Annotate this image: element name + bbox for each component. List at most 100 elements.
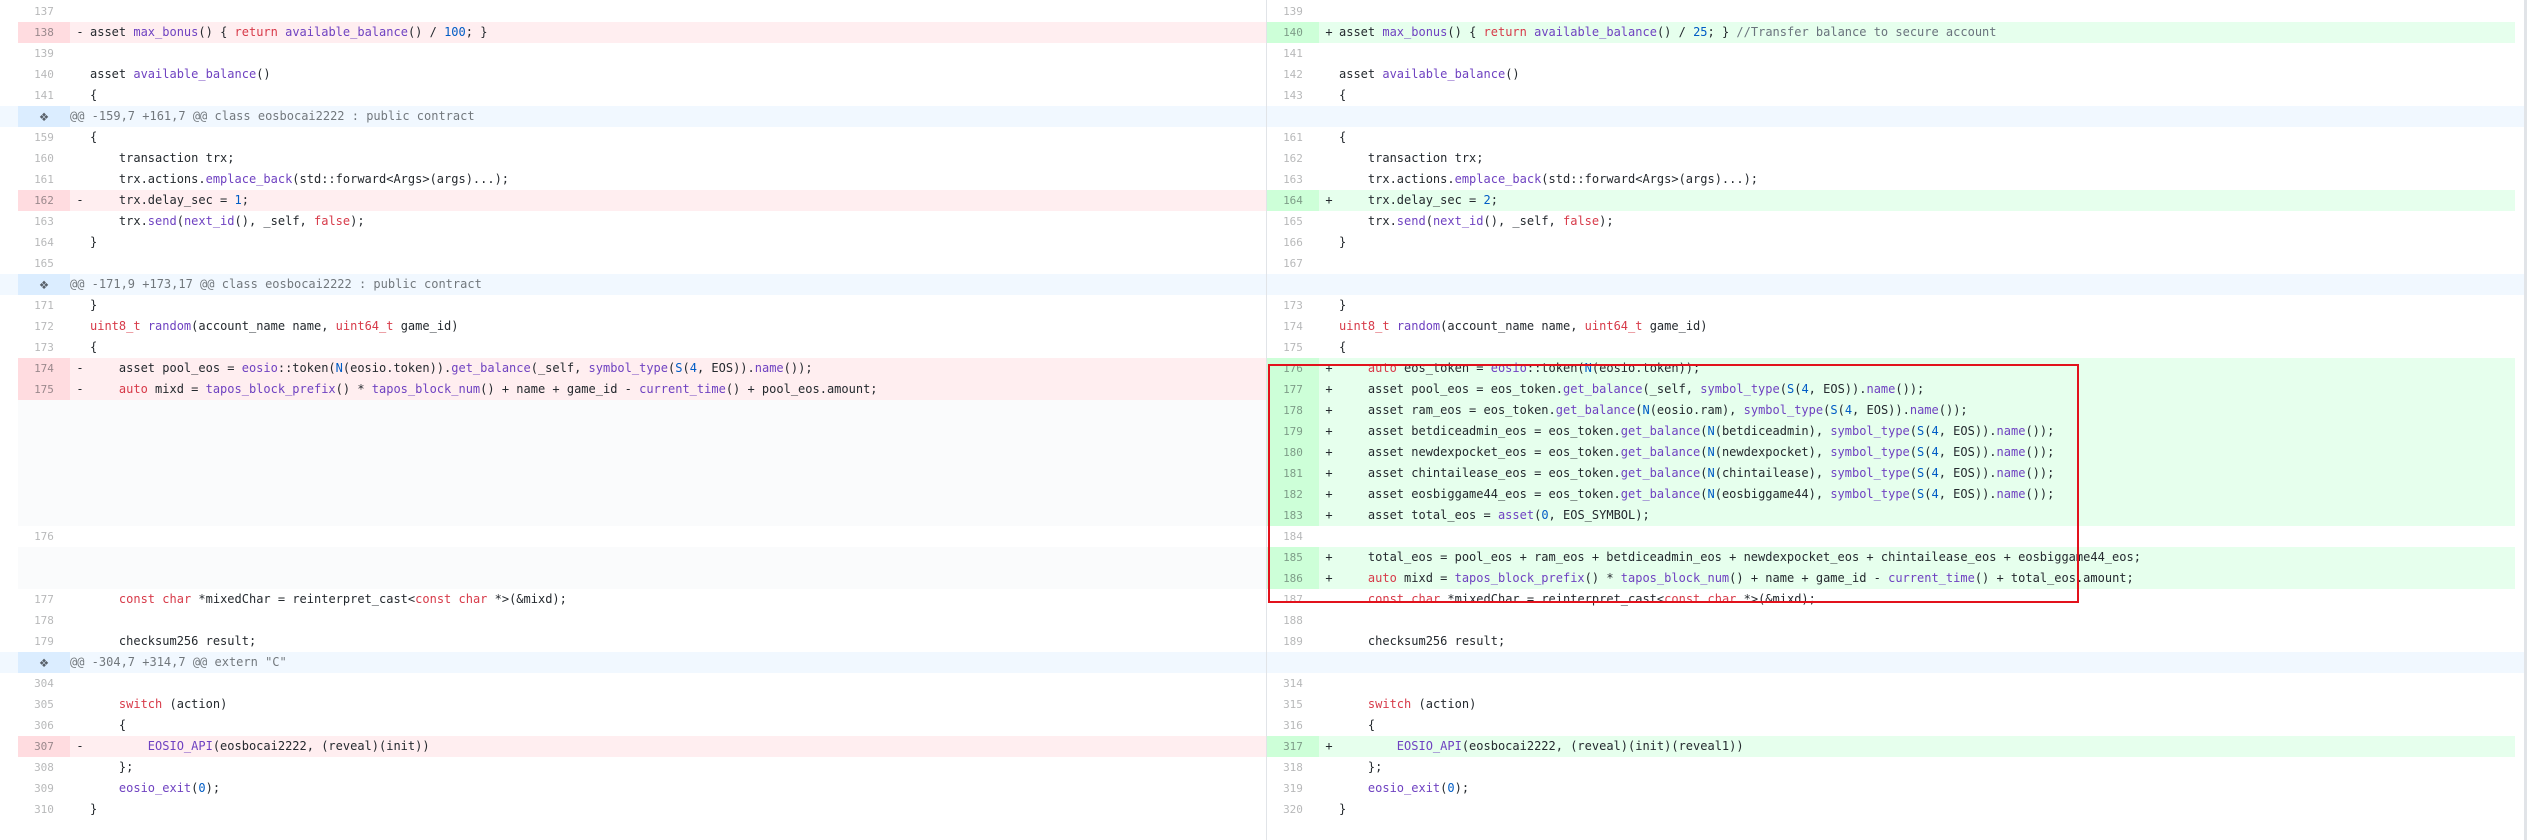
line-number[interactable]: 309 bbox=[18, 778, 70, 799]
diff-row: 162- trx.delay_sec = 1; 164 + trx.delay_se… bbox=[0, 190, 2527, 211]
line-number[interactable]: 186 bbox=[1267, 568, 1319, 589]
line-number[interactable]: 187 bbox=[1267, 589, 1319, 610]
line-number[interactable] bbox=[18, 568, 70, 589]
line-number[interactable]: 178 bbox=[18, 610, 70, 631]
line-number[interactable]: 180 bbox=[1267, 442, 1319, 463]
line-number[interactable]: 184 bbox=[1267, 526, 1319, 547]
line-number[interactable]: 138 bbox=[18, 22, 70, 43]
right-line: 164 + trx.delay_sec = 2; bbox=[1267, 190, 2515, 211]
line-number[interactable]: 163 bbox=[1267, 169, 1319, 190]
line-number[interactable]: 162 bbox=[1267, 148, 1319, 169]
diff-marker bbox=[1319, 589, 1339, 610]
line-number[interactable]: 178 bbox=[1267, 400, 1319, 421]
line-number[interactable]: 139 bbox=[18, 43, 70, 64]
code-text: } bbox=[90, 235, 98, 249]
line-number[interactable]: 165 bbox=[18, 253, 70, 274]
line-number[interactable]: 140 bbox=[18, 64, 70, 85]
line-number[interactable]: 316 bbox=[1267, 715, 1319, 736]
hunk-header-text: @@ -171,9 +173,17 @@ class eosbocai2222 … bbox=[70, 277, 482, 291]
line-number[interactable]: 167 bbox=[1267, 253, 1319, 274]
line-number[interactable]: 189 bbox=[1267, 631, 1319, 652]
line-number[interactable]: 166 bbox=[1267, 232, 1319, 253]
line-number[interactable]: 171 bbox=[18, 295, 70, 316]
line-number[interactable]: 310 bbox=[18, 799, 70, 820]
line-number[interactable] bbox=[18, 421, 70, 442]
line-number[interactable]: 174 bbox=[18, 358, 70, 379]
line-number[interactable] bbox=[18, 442, 70, 463]
right-line: 316 { bbox=[1267, 715, 2515, 736]
line-number[interactable]: 160 bbox=[18, 148, 70, 169]
line-number[interactable]: 177 bbox=[1267, 379, 1319, 400]
line-number[interactable]: 164 bbox=[18, 232, 70, 253]
line-number[interactable]: 318 bbox=[1267, 757, 1319, 778]
line-number[interactable]: 159 bbox=[18, 127, 70, 148]
line-number[interactable]: 175 bbox=[1267, 337, 1319, 358]
expand-icon[interactable]: ❖ bbox=[18, 652, 70, 673]
line-number[interactable]: 163 bbox=[18, 211, 70, 232]
line-number[interactable] bbox=[18, 463, 70, 484]
line-number[interactable]: 320 bbox=[1267, 799, 1319, 820]
line-number[interactable]: 165 bbox=[1267, 211, 1319, 232]
line-number[interactable] bbox=[18, 400, 70, 421]
line-number[interactable]: 176 bbox=[1267, 358, 1319, 379]
line-number[interactable]: 143 bbox=[1267, 85, 1319, 106]
diff-row: 138- asset max_bonus() { return available… bbox=[0, 22, 2527, 43]
line-number[interactable]: 305 bbox=[18, 694, 70, 715]
line-number[interactable]: 161 bbox=[1267, 127, 1319, 148]
line-number[interactable]: 304 bbox=[18, 673, 70, 694]
diff-marker bbox=[70, 568, 90, 589]
line-number[interactable]: 174 bbox=[1267, 316, 1319, 337]
right-line: 318 }; bbox=[1267, 757, 2515, 778]
code-text: uint8_t random(account_name name, uint64… bbox=[1339, 319, 1708, 333]
line-number[interactable]: 141 bbox=[18, 85, 70, 106]
diff-marker: + bbox=[1325, 361, 1333, 375]
expand-icon[interactable]: ❖ bbox=[18, 274, 70, 295]
line-number[interactable]: 306 bbox=[18, 715, 70, 736]
line-number[interactable]: 176 bbox=[18, 526, 70, 547]
line-number[interactable]: 319 bbox=[1267, 778, 1319, 799]
diff-marker: - bbox=[76, 25, 84, 39]
line-number[interactable] bbox=[18, 484, 70, 505]
diff-marker bbox=[70, 694, 90, 715]
diff-marker bbox=[1319, 694, 1339, 715]
line-number[interactable]: 173 bbox=[1267, 295, 1319, 316]
hunk-header: ❖ @@ -171,9 +173,17 @@ class eosbocai2222… bbox=[0, 274, 2527, 295]
line-number[interactable]: 181 bbox=[1267, 463, 1319, 484]
line-number[interactable] bbox=[18, 547, 70, 568]
line-number[interactable]: 179 bbox=[18, 631, 70, 652]
line-number[interactable]: 307 bbox=[18, 736, 70, 757]
line-number[interactable]: 177 bbox=[18, 589, 70, 610]
expand-icon[interactable]: ❖ bbox=[18, 106, 70, 127]
line-number[interactable]: 185 bbox=[1267, 547, 1319, 568]
line-number[interactable]: 139 bbox=[1267, 1, 1319, 22]
right-line: 317 + EOSIO_API(eosbocai2222, (reveal)(in… bbox=[1267, 736, 2515, 757]
line-number[interactable]: 142 bbox=[1267, 64, 1319, 85]
line-number[interactable]: 188 bbox=[1267, 610, 1319, 631]
line-number[interactable]: 317 bbox=[1267, 736, 1319, 757]
line-number[interactable]: 140 bbox=[1267, 22, 1319, 43]
line-number[interactable]: 315 bbox=[1267, 694, 1319, 715]
diff-marker: + bbox=[1325, 739, 1333, 753]
diff-row: 185 + total_eos = pool_eos + ram_eos + be… bbox=[0, 547, 2527, 568]
line-number[interactable]: 183 bbox=[1267, 505, 1319, 526]
line-number[interactable]: 182 bbox=[1267, 484, 1319, 505]
diff-marker bbox=[1319, 799, 1339, 820]
line-number[interactable]: 137 bbox=[18, 1, 70, 22]
line-number[interactable]: 175 bbox=[18, 379, 70, 400]
diff-row: 176 184 bbox=[0, 526, 2527, 547]
line-number[interactable] bbox=[18, 505, 70, 526]
code-text: } bbox=[90, 298, 98, 312]
line-number[interactable]: 161 bbox=[18, 169, 70, 190]
line-number[interactable]: 173 bbox=[18, 337, 70, 358]
code-text: asset available_balance() bbox=[90, 67, 271, 81]
line-number[interactable]: 314 bbox=[1267, 673, 1319, 694]
code-text: } bbox=[90, 802, 98, 816]
line-number[interactable]: 308 bbox=[18, 757, 70, 778]
line-number[interactable]: 162 bbox=[18, 190, 70, 211]
line-number[interactable]: 172 bbox=[18, 316, 70, 337]
line-number[interactable]: 141 bbox=[1267, 43, 1319, 64]
line-number[interactable]: 164 bbox=[1267, 190, 1319, 211]
line-number[interactable]: 179 bbox=[1267, 421, 1319, 442]
